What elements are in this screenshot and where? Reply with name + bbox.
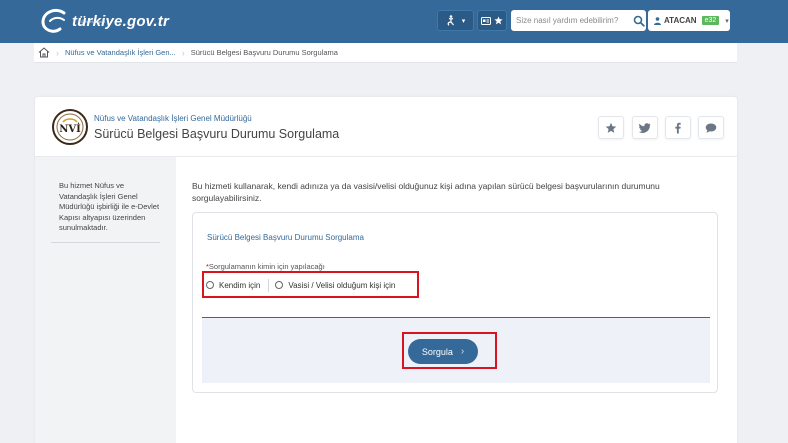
svg-text:NVİ: NVİ: [59, 122, 81, 135]
card-icon: [481, 16, 491, 25]
search-input[interactable]: [516, 11, 631, 30]
breadcrumb-link-organization[interactable]: Nüfus ve Vatandaşlık İşleri Gen...: [65, 48, 176, 57]
accessibility-icon: [447, 15, 454, 26]
breadcrumb-separator: ›: [56, 47, 59, 58]
highlight-box-radio-options: [202, 271, 419, 298]
info-sidebar: Bu hizmet Nüfus ve Vatandaşlık İşleri Ge…: [35, 157, 176, 443]
user-menu-button[interactable]: ATACAN e32 ▾: [648, 10, 730, 31]
accessibility-caret: ▾: [461, 17, 466, 25]
breadcrumb-separator: ›: [181, 47, 185, 58]
nvi-logo-icon: NVİ: [52, 109, 88, 145]
top-header: türkiye.gov.tr e-Devlet Kapısı ▾ ATACAN: [0, 0, 788, 43]
breadcrumb-current-page: Sürücü Belgesi Başvuru Durumu Sorgulama: [190, 48, 338, 57]
twitter-icon: [639, 122, 651, 133]
comment-button[interactable]: [698, 116, 724, 139]
star-icon: [605, 122, 617, 133]
service-header: NVİ Nüfus ve Vatandaşlık İşleri Genel Mü…: [35, 97, 737, 157]
search-icon[interactable]: [633, 15, 645, 27]
star-icon: [494, 16, 503, 25]
facebook-share-button[interactable]: [665, 116, 691, 139]
form-title: Sürücü Belgesi Başvuru Durumu Sorgulama: [207, 233, 364, 242]
breadcrumb: › Nüfus ve Vatandaşlık İşleri Gen... › S…: [34, 43, 737, 63]
sidebar-divider: [51, 242, 160, 243]
highlight-box-submit-button: [402, 332, 497, 369]
service-panel: NVİ Nüfus ve Vatandaşlık İşleri Genel Mü…: [35, 97, 737, 443]
facebook-icon: [675, 122, 681, 133]
service-description: Bu hizmeti kullanarak, kendi adınıza ya …: [192, 181, 660, 203]
search-box: [511, 10, 646, 31]
home-icon[interactable]: [38, 47, 50, 58]
page-title: Sürücü Belgesi Başvuru Durumu Sorgulama: [94, 127, 340, 141]
twitter-share-button[interactable]: [632, 116, 658, 139]
user-badge: e32: [700, 15, 721, 26]
logo-subtext: e-Devlet Kapısı: [78, 19, 106, 24]
accessibility-button[interactable]: ▾: [437, 10, 474, 31]
field-label: *Sorgulamanın kimin için yapılacağı: [206, 262, 325, 271]
logo-swoosh-icon: [41, 8, 66, 33]
organization-name[interactable]: Nüfus ve Vatandaşlık İşleri Genel Müdürl…: [94, 114, 252, 123]
favorites-button[interactable]: [477, 10, 507, 31]
favorite-button[interactable]: [598, 116, 624, 139]
field-label-text: Sorgulamanın kimin için yapılacağı: [208, 262, 325, 271]
comment-icon: [705, 123, 717, 133]
user-name: ATACAN: [664, 16, 697, 25]
user-icon: [654, 16, 661, 25]
sidebar-info-text: Bu hizmet Nüfus ve Vatandaşlık İşleri Ge…: [59, 181, 160, 232]
chevron-down-icon: ▾: [725, 17, 729, 25]
